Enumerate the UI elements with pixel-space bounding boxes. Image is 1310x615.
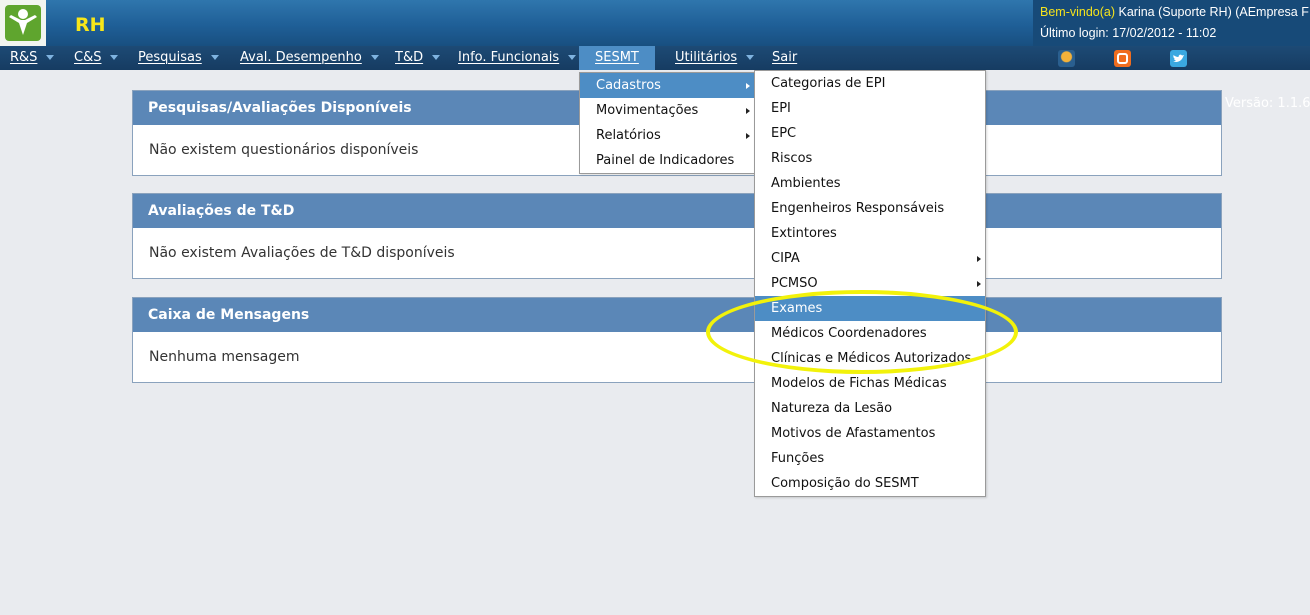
panel-title: Caixa de Mensagens bbox=[133, 298, 1221, 332]
menu-item-cipa[interactable]: CIPA bbox=[755, 246, 985, 271]
menu-sair[interactable]: Sair bbox=[772, 46, 797, 70]
panel-message: Não existem Avaliações de T&D disponívei… bbox=[149, 245, 455, 261]
chevron-down-icon bbox=[110, 55, 119, 60]
menu-item-composicao-sesmt[interactable]: Composição do SESMT bbox=[755, 471, 985, 496]
header: RH Bem-vindo(a) Karina (Suporte RH) (AEm… bbox=[0, 0, 1310, 46]
menu-item-extintores[interactable]: Extintores bbox=[755, 221, 985, 246]
menu-item-cadastros[interactable]: Cadastros bbox=[580, 73, 754, 98]
chevron-right-icon bbox=[746, 83, 750, 89]
last-login: Último login: 17/02/2012 - 11:02 bbox=[1040, 26, 1217, 40]
menu-item-ambientes[interactable]: Ambientes bbox=[755, 171, 985, 196]
twitter-icon[interactable] bbox=[1170, 50, 1187, 67]
menu-item-categorias-epi[interactable]: Categorias de EPI bbox=[755, 71, 985, 96]
chevron-down-icon bbox=[210, 55, 219, 60]
menu-cs[interactable]: C&S bbox=[74, 46, 119, 70]
menu-aval-desempenho[interactable]: Aval. Desempenho bbox=[240, 46, 379, 70]
chevron-right-icon bbox=[746, 133, 750, 139]
menu-item-relatorios[interactable]: Relatórios bbox=[580, 123, 754, 148]
menu-utilitarios[interactable]: Utilitários bbox=[675, 46, 755, 70]
sesmt-dropdown: Cadastros Movimentações Relatórios Paine… bbox=[579, 72, 755, 174]
menu-item-modelos-fichas[interactable]: Modelos de Fichas Médicas bbox=[755, 371, 985, 396]
cadastros-submenu: Categorias de EPI EPI EPC Riscos Ambient… bbox=[754, 70, 986, 497]
chevron-down-icon bbox=[746, 55, 755, 60]
blogger-icon[interactable] bbox=[1114, 50, 1131, 67]
menu-td[interactable]: T&D bbox=[395, 46, 441, 70]
award-icon[interactable] bbox=[1058, 50, 1075, 67]
chevron-right-icon bbox=[977, 281, 981, 287]
panel-message: Nenhuma mensagem bbox=[149, 349, 300, 365]
welcome-label: Bem-vindo(a) bbox=[1040, 5, 1116, 19]
menu-item-movimentacoes[interactable]: Movimentações bbox=[580, 98, 754, 123]
menu-item-epi[interactable]: EPI bbox=[755, 96, 985, 121]
menu-item-natureza-lesao[interactable]: Natureza da Lesão bbox=[755, 396, 985, 421]
chevron-down-icon bbox=[46, 55, 55, 60]
app-logo[interactable] bbox=[0, 0, 46, 46]
chevron-down-icon bbox=[370, 55, 379, 60]
menu-item-pcmso[interactable]: PCMSO bbox=[755, 271, 985, 296]
chevron-right-icon bbox=[746, 108, 750, 114]
menu-info-funcionais[interactable]: Info. Funcionais bbox=[458, 46, 577, 70]
panel-title: Avaliações de T&D bbox=[133, 194, 1221, 228]
user-info: Bem-vindo(a) Karina (Suporte RH) (AEmpre… bbox=[1033, 0, 1310, 46]
panel-caixa-mensagens: Caixa de Mensagens Nenhuma mensagem bbox=[132, 297, 1222, 383]
panel-avaliacoes-td: Avaliações de T&D Não existem Avaliações… bbox=[132, 193, 1222, 279]
version-label: Versão: 1.1.6 bbox=[1225, 96, 1310, 111]
menu-item-medicos-coordenadores[interactable]: Médicos Coordenadores bbox=[755, 321, 985, 346]
app-title: RH bbox=[75, 14, 106, 36]
user-name: Karina (Suporte RH) (AEmpresa F bbox=[1115, 5, 1309, 19]
menu-sesmt[interactable]: SESMT bbox=[579, 46, 655, 70]
chevron-right-icon bbox=[977, 256, 981, 262]
menu-item-engenheiros[interactable]: Engenheiros Responsáveis bbox=[755, 196, 985, 221]
chevron-down-icon bbox=[568, 55, 577, 60]
menu-item-epc[interactable]: EPC bbox=[755, 121, 985, 146]
menu-item-riscos[interactable]: Riscos bbox=[755, 146, 985, 171]
menu-pesquisas[interactable]: Pesquisas bbox=[138, 46, 219, 70]
menu-item-motivos-afastamentos[interactable]: Motivos de Afastamentos bbox=[755, 421, 985, 446]
menu-item-exames[interactable]: Exames bbox=[755, 296, 985, 321]
person-logo-icon bbox=[5, 5, 41, 41]
menu-item-clinicas-medicos[interactable]: Clínicas e Médicos Autorizados bbox=[755, 346, 985, 371]
menu-item-funcoes[interactable]: Funções bbox=[755, 446, 985, 471]
welcome-line: Bem-vindo(a) Karina (Suporte RH) (AEmpre… bbox=[1040, 5, 1309, 19]
chevron-down-icon bbox=[432, 55, 441, 60]
menu-rs[interactable]: R&S bbox=[10, 46, 55, 70]
menu-item-painel-indicadores[interactable]: Painel de Indicadores bbox=[580, 148, 754, 173]
